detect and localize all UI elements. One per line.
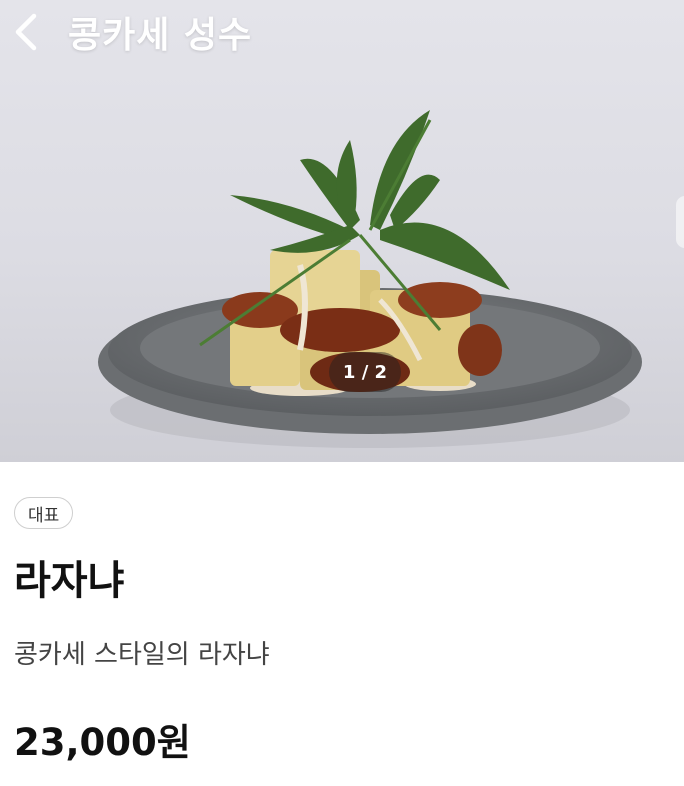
image-counter: 1 / 2 [329,352,401,392]
menu-photo-carousel[interactable]: 콩카세 성수 1 / 2 [0,0,684,462]
representative-badge: 대표 [14,497,74,529]
next-image-peek [676,196,684,248]
store-name-title: 콩카세 성수 [68,15,253,56]
menu-name: 라자냐 [14,558,125,604]
top-navigation-bar: 콩카세 성수 [0,0,684,66]
lasagna-photo [98,110,642,448]
menu-price: 23,000원 [14,721,191,764]
menu-description: 콩카세 스타일의 라자냐 [14,640,270,670]
chevron-left-icon[interactable] [10,12,42,52]
